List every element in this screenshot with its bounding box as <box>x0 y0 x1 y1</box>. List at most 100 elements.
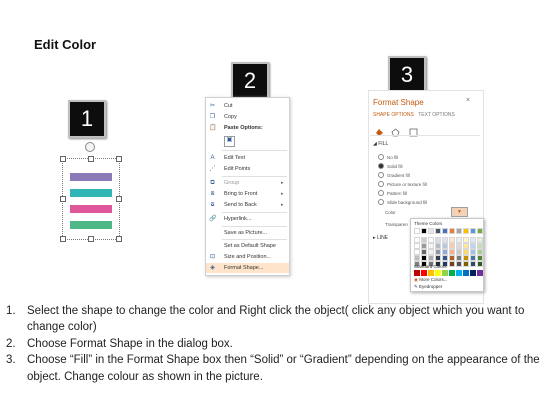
color-swatch[interactable] <box>477 270 483 276</box>
tab-text-options[interactable]: TEXT OPTIONS <box>418 112 455 118</box>
color-swatch[interactable] <box>463 228 469 234</box>
color-swatch[interactable] <box>449 261 455 267</box>
color-wheel-icon: ◉ <box>414 277 418 282</box>
menu-divider <box>222 212 287 213</box>
color-bar-shape[interactable] <box>70 221 112 229</box>
menu-item-size-position[interactable]: ⊡ Size and Position... <box>206 252 289 262</box>
menu-divider <box>222 226 287 227</box>
color-swatch[interactable] <box>477 228 483 234</box>
step-3-badge: 3 <box>388 56 426 94</box>
color-swatch[interactable] <box>456 228 462 234</box>
hyperlink-icon: 🔗 <box>209 215 217 222</box>
context-menu: ✂ Cut ❐ Copy 📋 Paste Options: ▣ A Edit Text … <box>205 97 290 276</box>
step-1-badge: 1 <box>68 100 106 138</box>
color-swatch[interactable] <box>435 270 441 276</box>
size-properties-icon[interactable] <box>409 124 418 137</box>
color-swatch[interactable] <box>470 228 476 234</box>
color-bar-shape[interactable] <box>70 173 112 181</box>
tab-shape-options[interactable]: SHAPE OPTIONS <box>373 112 414 118</box>
color-swatch[interactable] <box>456 270 462 276</box>
effects-icon[interactable] <box>391 124 400 137</box>
menu-item-format-shape[interactable]: ◈ Format Shape... <box>206 263 289 273</box>
line-section-header[interactable]: ▸ LINE <box>373 235 388 241</box>
color-swatch[interactable] <box>428 270 434 276</box>
radio-icon <box>378 154 384 160</box>
color-swatch[interactable] <box>449 228 455 234</box>
color-swatch[interactable] <box>463 270 469 276</box>
resize-handle[interactable] <box>88 156 94 162</box>
resize-handle[interactable] <box>116 156 122 162</box>
fill-option-none[interactable]: No fill <box>378 154 398 160</box>
copy-icon: ❐ <box>209 113 216 120</box>
pane-divider <box>370 135 480 136</box>
pane-title: Format Shape <box>373 98 424 107</box>
format-shape-icon: ◈ <box>210 264 215 271</box>
size-position-icon: ⊡ <box>209 253 216 260</box>
color-swatch[interactable] <box>449 270 455 276</box>
instruction-item: 1. Select the shape to change the color a… <box>6 305 525 334</box>
pane-tabs: SHAPE OPTIONS TEXT OPTIONS <box>373 112 455 118</box>
resize-handle[interactable] <box>60 236 66 242</box>
eyedropper-item[interactable]: ✎ Eyedropper <box>414 284 442 290</box>
menu-item-send-to-back[interactable]: ⧇ Send to Back ▸ <box>206 200 289 210</box>
color-swatch[interactable] <box>421 228 427 234</box>
standard-colors-label: Standard Colors <box>414 264 447 269</box>
menu-item-bring-to-front[interactable]: ⧈ Bring to Front ▸ <box>206 189 289 199</box>
menu-item-copy[interactable]: ❐ Copy <box>206 112 289 122</box>
resize-handle[interactable] <box>60 156 66 162</box>
chevron-right-icon: ▸ <box>373 235 376 241</box>
fill-option-pattern[interactable]: Pattern fill <box>378 190 407 196</box>
resize-handle[interactable] <box>116 196 122 202</box>
menu-item-save-as-picture[interactable]: Save as Picture... <box>206 228 289 238</box>
color-swatch[interactable] <box>442 270 448 276</box>
color-swatch[interactable] <box>414 228 420 234</box>
color-swatch[interactable] <box>470 261 476 267</box>
menu-item-set-default-shape[interactable]: Set as Default Shape <box>206 241 289 251</box>
radio-icon <box>378 199 384 205</box>
color-swatch[interactable] <box>470 270 476 276</box>
paint-bucket-icon: ▼ <box>457 209 462 215</box>
fill-line-icon[interactable] <box>375 124 384 136</box>
menu-item-hyperlink[interactable]: 🔗 Hyperlink... <box>206 214 289 224</box>
menu-item-paste-options: 📋 Paste Options: <box>209 124 263 132</box>
instruction-item: 3. Choose “Fill” in the Format Shape box … <box>6 354 540 383</box>
fill-option-picture[interactable]: Picture or texture fill <box>378 181 427 187</box>
radio-icon <box>378 172 384 178</box>
resize-handle[interactable] <box>88 236 94 242</box>
rotate-handle-icon[interactable] <box>85 142 95 152</box>
color-swatch[interactable] <box>463 261 469 267</box>
radio-icon <box>378 190 384 196</box>
fill-section-header[interactable]: ◢ FILL <box>373 141 388 147</box>
resize-handle[interactable] <box>116 236 122 242</box>
paste-icon: 📋 <box>209 124 217 131</box>
more-colors-item[interactable]: ◉ More Colors... <box>414 277 447 283</box>
menu-item-cut[interactable]: ✂ Cut <box>206 101 289 111</box>
fill-option-gradient[interactable]: Gradient fill <box>378 172 410 178</box>
color-swatch[interactable] <box>442 228 448 234</box>
page-title: Edit Color <box>34 37 97 52</box>
color-swatch[interactable] <box>421 270 427 276</box>
color-swatch[interactable] <box>428 228 434 234</box>
group-icon: ⧉ <box>210 179 215 186</box>
menu-item-group[interactable]: ⧉ Group ▸ <box>206 178 289 188</box>
theme-colors-label: Theme Colors <box>414 221 443 226</box>
close-icon[interactable]: × <box>466 97 470 104</box>
menu-item-edit-text[interactable]: A Edit Text <box>206 153 289 163</box>
fill-color-button[interactable]: ▼ <box>451 207 468 217</box>
color-swatch[interactable] <box>435 228 441 234</box>
paste-option-icon: ▣ <box>224 135 235 147</box>
color-swatch[interactable] <box>456 261 462 267</box>
chevron-right-icon: ▸ <box>281 180 284 186</box>
color-swatch[interactable] <box>414 270 420 276</box>
color-swatch[interactable] <box>477 261 483 267</box>
menu-item-edit-points[interactable]: ⋰ Edit Points <box>206 164 289 174</box>
fill-option-solid[interactable]: Solid fill <box>378 163 403 169</box>
color-bar-shape[interactable] <box>70 205 112 213</box>
chevron-right-icon: ▸ <box>281 191 284 197</box>
menu-item-paste-option[interactable]: ▣ <box>206 135 289 147</box>
color-bar-shape[interactable] <box>70 189 112 197</box>
instruction-item: 2. Choose Format Shape in the dialog box. <box>6 337 233 350</box>
menu-divider <box>222 150 287 151</box>
resize-handle[interactable] <box>60 196 66 202</box>
fill-option-slide-background[interactable]: Slide background fill <box>378 199 427 205</box>
